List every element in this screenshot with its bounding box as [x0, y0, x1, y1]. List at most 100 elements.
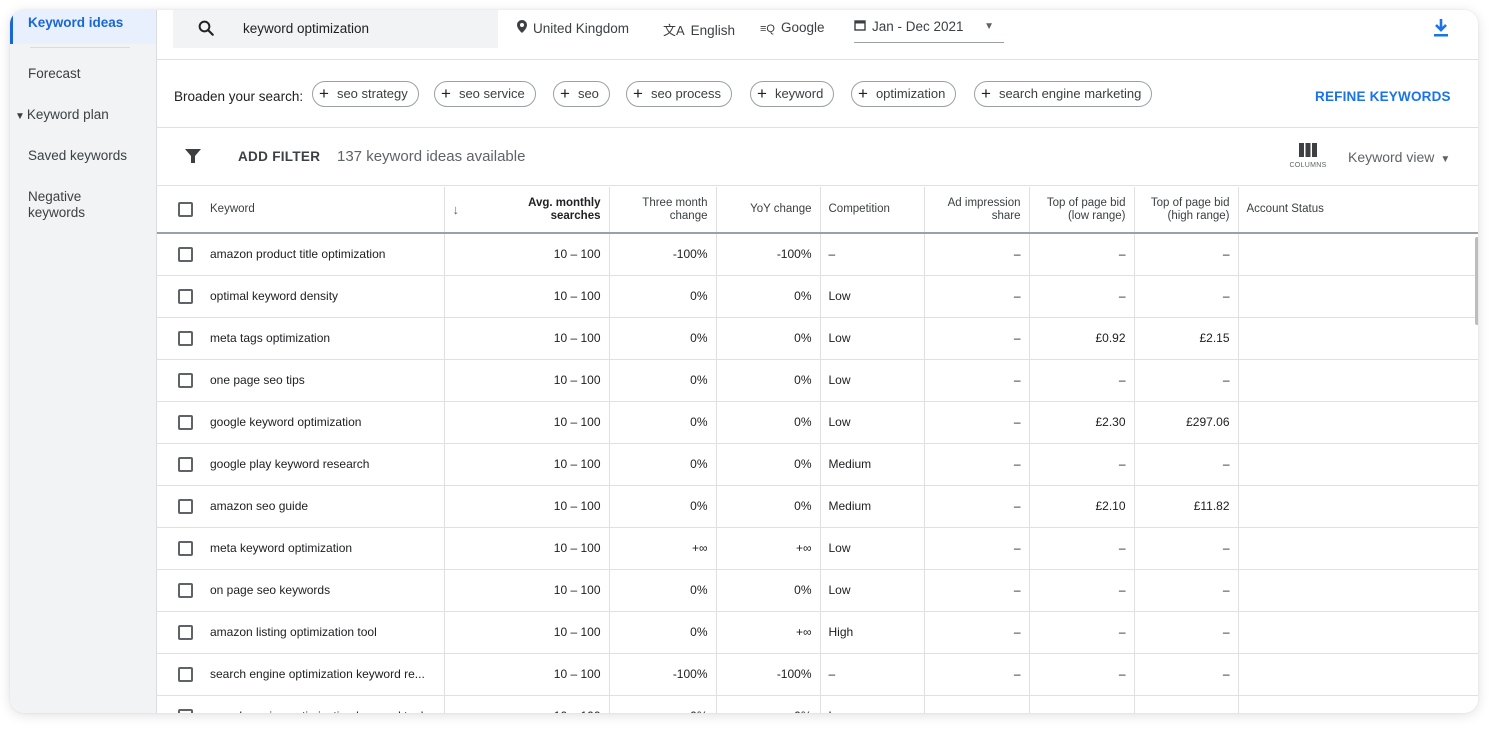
broaden-chip[interactable]: + seo strategy [312, 81, 419, 107]
columns-button[interactable]: COLUMNS [1285, 142, 1331, 176]
account-status-cell [1238, 401, 1478, 444]
table-row[interactable]: search engine optimization keyword re...… [157, 653, 1478, 696]
three-month-cell: 0% [609, 611, 717, 654]
broaden-chip[interactable]: + seo process [626, 81, 733, 107]
language-selector[interactable]: 文A English [663, 20, 735, 39]
competition-cell: Medium [820, 443, 925, 486]
row-checkbox-cell[interactable] [157, 443, 202, 486]
select-all-checkbox-cell[interactable] [157, 187, 202, 234]
keyword-table: Keyword ↓ Avg. monthly searches Three mo… [157, 187, 1478, 713]
account-status-cell [1238, 359, 1478, 402]
ad-share-cell: – [924, 569, 1030, 612]
three-month-cell: 0% [609, 695, 717, 713]
bid-low-cell: £2.10 [1029, 485, 1135, 528]
broaden-chip[interactable]: + seo [553, 81, 610, 107]
broaden-chip[interactable]: + keyword [750, 81, 835, 107]
bid-high-cell: – [1134, 275, 1239, 318]
broaden-chip[interactable]: + optimization [851, 81, 957, 107]
plus-icon: + [319, 84, 329, 103]
table-scrollbar[interactable] [1475, 237, 1478, 325]
language-label: English [690, 23, 735, 38]
keyword-cell: meta tags optimization [202, 317, 445, 360]
main-panel: keyword optimization United Kingdom 文A En… [156, 10, 1478, 713]
refine-keywords-button[interactable]: REFINE KEYWORDS [1315, 89, 1451, 104]
row-checkbox[interactable] [178, 708, 193, 713]
sort-down-icon: ↓ [452, 201, 460, 217]
row-checkbox[interactable] [178, 330, 193, 346]
row-checkbox[interactable] [178, 456, 193, 472]
row-checkbox-cell[interactable] [157, 359, 202, 402]
row-checkbox[interactable] [178, 498, 193, 514]
broaden-chip[interactable]: + seo service [434, 81, 536, 107]
row-checkbox-cell[interactable] [157, 653, 202, 696]
row-checkbox-cell[interactable] [157, 527, 202, 570]
yoy-cell: 0% [716, 485, 821, 528]
select-all-checkbox[interactable] [178, 202, 193, 217]
bid-high-cell: £297.06 [1134, 401, 1239, 444]
search-input[interactable]: keyword optimization [173, 10, 498, 48]
row-checkbox-cell[interactable] [157, 317, 202, 360]
bid-low-cell: – [1029, 611, 1135, 654]
row-checkbox-cell[interactable] [157, 569, 202, 612]
row-checkbox-cell[interactable] [157, 401, 202, 444]
broaden-chip[interactable]: + search engine marketing [974, 81, 1153, 107]
location-selector[interactable]: United Kingdom [517, 20, 629, 36]
col-header-yoy[interactable]: YoY change [716, 187, 821, 234]
sidebar-item-keyword-ideas[interactable]: Keyword ideas [10, 10, 156, 44]
competition-cell: Low [820, 569, 925, 612]
sidebar-item-forecast[interactable]: Forecast [10, 66, 156, 81]
row-checkbox-cell[interactable] [157, 275, 202, 318]
table-row[interactable]: meta keyword optimization 10 – 100 +∞ +∞ Low… [157, 527, 1478, 570]
table-row[interactable]: one page seo tips 10 – 100 0% 0% Low – – – [157, 359, 1478, 402]
row-checkbox-cell[interactable] [157, 233, 202, 276]
row-checkbox[interactable] [178, 582, 193, 598]
network-selector[interactable]: ≡Q Google [760, 20, 825, 35]
col-header-avg-searches[interactable]: ↓ Avg. monthly searches [444, 187, 610, 234]
download-icon[interactable] [1433, 18, 1449, 38]
bid-low-cell: – [1029, 695, 1135, 713]
row-checkbox-cell[interactable] [157, 611, 202, 654]
ideas-count: 137 keyword ideas available [337, 148, 526, 165]
bid-low-cell: – [1029, 653, 1135, 696]
keyword-view-selector[interactable]: Keyword view ▼ [1348, 149, 1450, 165]
col-header-ad-share[interactable]: Ad impression share [924, 187, 1030, 234]
col-header-three-month[interactable]: Three month change [609, 187, 717, 234]
sidebar-item-negative-keywords[interactable]: Negative keywords [10, 189, 120, 221]
row-checkbox[interactable] [178, 372, 193, 388]
row-checkbox[interactable] [178, 246, 193, 262]
bid-low-cell: – [1029, 233, 1135, 276]
filter-icon[interactable] [185, 148, 201, 164]
row-checkbox-cell[interactable] [157, 485, 202, 528]
row-checkbox-cell[interactable] [157, 695, 202, 713]
table-row[interactable]: amazon listing optimization tool 10 – 100… [157, 611, 1478, 654]
row-checkbox[interactable] [178, 540, 193, 556]
avg-searches-cell: 10 – 100 [444, 401, 610, 444]
avg-searches-cell: 10 – 100 [444, 359, 610, 402]
row-checkbox[interactable] [178, 624, 193, 640]
account-status-cell [1238, 317, 1478, 360]
table-row[interactable]: meta tags optimization 10 – 100 0% 0% Low – £0… [157, 317, 1478, 360]
table-row[interactable]: search engine optimization keyword tool1… [157, 695, 1478, 713]
date-range-selector[interactable]: Jan - Dec 2021 ▼ [854, 19, 1004, 43]
table-row[interactable]: optimal keyword density 10 – 100 0% 0% Low – –… [157, 275, 1478, 318]
row-checkbox[interactable] [178, 666, 193, 682]
three-month-cell: 0% [609, 401, 717, 444]
table-row[interactable]: on page seo keywords 10 – 100 0% 0% Low – – – [157, 569, 1478, 612]
row-checkbox[interactable] [178, 288, 193, 304]
table-row[interactable]: amazon seo guide 10 – 100 0% 0% Medium – £2.10… [157, 485, 1478, 528]
ad-share-cell: – [924, 695, 1030, 713]
table-row[interactable]: google keyword optimization 10 – 100 0% 0% L… [157, 401, 1478, 444]
col-header-competition[interactable]: Competition [820, 187, 925, 234]
sidebar-item-label: Saved keywords [28, 148, 128, 163]
sidebar-item-keyword-plan[interactable]: ▼ Keyword plan [10, 107, 156, 122]
col-header-account-status[interactable]: Account Status [1238, 187, 1478, 234]
table-row[interactable]: google play keyword research 10 – 100 0% 0%… [157, 443, 1478, 486]
row-checkbox[interactable] [178, 414, 193, 430]
col-header-keyword[interactable]: Keyword [202, 187, 445, 234]
sidebar-item-saved-keywords[interactable]: Saved keywords [10, 148, 156, 163]
account-status-cell [1238, 527, 1478, 570]
table-row[interactable]: amazon product title optimization 10 – 10… [157, 233, 1478, 276]
add-filter-button[interactable]: ADD FILTER [238, 149, 320, 164]
col-header-bid-high[interactable]: Top of page bid (high range) [1134, 187, 1239, 234]
col-header-bid-low[interactable]: Top of page bid (low range) [1029, 187, 1135, 234]
